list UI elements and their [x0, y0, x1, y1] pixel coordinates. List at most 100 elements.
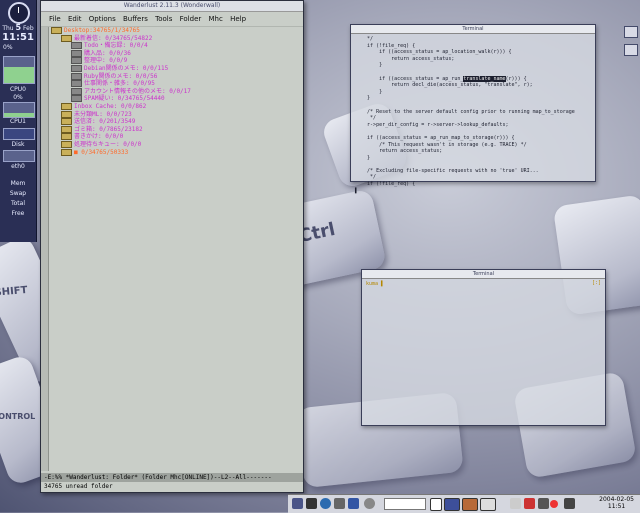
pager-desktop-4[interactable]	[480, 498, 496, 511]
eth-meter	[3, 150, 35, 162]
dock-time: 11:51	[2, 32, 34, 43]
terminal-line: if ((access_status = ap_run_translate_na…	[355, 75, 591, 83]
dock-month: Feb	[23, 25, 34, 32]
folder-row[interactable]: Todo・備忘録: 0/0/4	[51, 42, 301, 50]
taskbar-clock[interactable]: 2004-02-05 11:51	[599, 496, 634, 510]
terminal-line-tail: (r))) {	[505, 75, 527, 82]
folder-row[interactable]: 未分類ML: 0/0/723	[51, 110, 301, 119]
folder-row[interactable]: Desktop:34765/1/34765	[51, 27, 301, 35]
menu-folder[interactable]: Folder	[180, 15, 202, 23]
disk-label: Disk	[11, 141, 25, 148]
menu-file[interactable]: File	[49, 15, 61, 23]
terminal-line: }	[355, 95, 371, 102]
free-label: Free	[11, 210, 25, 217]
taskbar-time: 11:51	[607, 503, 626, 510]
terminal-line: }	[355, 62, 383, 69]
terminal-corner: [:]	[591, 280, 601, 286]
folder-label: 整理中: 0/0/9	[84, 57, 128, 65]
gear-icon[interactable]	[364, 498, 375, 509]
folder-label: ■ 0/34765/50333	[74, 148, 129, 156]
terminal-title[interactable]: Terminal	[362, 270, 605, 279]
tools-icon[interactable]	[524, 498, 535, 509]
terminal-window-code[interactable]: Terminal */ if (!file_req) { if ((access…	[350, 24, 596, 194]
desktop-icon[interactable]	[624, 26, 638, 38]
mem-label: Mem	[10, 180, 26, 187]
cpu-meter	[3, 56, 35, 84]
folder-row[interactable]: 処理待ちキュー: 0/0/0	[51, 140, 301, 149]
run-command-input[interactable]	[384, 498, 426, 510]
folder-open-icon	[61, 34, 72, 42]
terminal-line: */	[355, 115, 377, 122]
desktop-icon[interactable]	[624, 44, 638, 56]
terminal-line: }	[355, 88, 383, 95]
swap-label: Swap	[9, 190, 27, 197]
total-label: Total	[10, 200, 25, 207]
terminal-line: */	[355, 36, 374, 42]
note-icon[interactable]	[510, 498, 521, 509]
folder-icon	[71, 87, 82, 95]
folder-icon	[71, 72, 82, 80]
terminal-icon[interactable]	[306, 498, 317, 509]
folder-open-icon	[61, 118, 72, 126]
folder-label: Inbox Cache: 0/0/862	[74, 102, 147, 110]
folder-tree: Desktop:34765/1/34765 最新着信: 0/34765/54822…	[51, 27, 301, 471]
folder-row[interactable]: 送信済: 0/201/3549	[51, 118, 301, 126]
menu-buffers[interactable]: Buffers	[123, 15, 148, 23]
emacs-scrollbar[interactable]	[41, 27, 49, 471]
emacs-window[interactable]: Wanderlust 2.11.3 (Wonderwall) File Edit…	[40, 0, 304, 493]
menu-mhc[interactable]: Mhc	[209, 15, 223, 23]
app-icon[interactable]	[348, 498, 359, 509]
menu-options[interactable]: Options	[89, 15, 116, 23]
folder-label: Desktop:34765/1/34765	[64, 27, 140, 34]
folder-row[interactable]: 仕事関係・雑多: 0/0/95	[51, 80, 301, 88]
terminal-line: return decl_die(access_status, "translat…	[355, 82, 533, 89]
folder-label: 未分類ML: 0/0/723	[74, 110, 132, 118]
status-icon[interactable]	[550, 500, 558, 508]
terminal-title[interactable]: Terminal	[351, 25, 595, 34]
folder-icon	[71, 80, 82, 88]
folder-row[interactable]: Debian関係のメモ: 0/0/115	[51, 64, 301, 73]
dock-date: Thu 5 Feb	[0, 23, 36, 32]
folder-icon	[71, 95, 82, 103]
disk-icon[interactable]	[334, 498, 345, 509]
terminal-prompt[interactable]: kuma ▌	[362, 279, 605, 290]
wallpaper-key-label: CONTROL	[0, 411, 36, 421]
terminal-window-shell[interactable]: Terminal kuma ▌ [:]	[361, 269, 606, 426]
folder-icon	[71, 42, 82, 50]
cpu2-meter	[3, 102, 35, 118]
folder-label: 送信済: 0/201/3549	[74, 118, 136, 126]
system-monitor-dock: Thu 5 Feb 11:51 0% CPU0 0% CPU1 Disk eth…	[0, 0, 37, 242]
folder-row[interactable]: 整理中: 0/0/9	[51, 57, 301, 65]
pager-desktop-3[interactable]	[462, 498, 478, 511]
terminal-line: /* Excluding file-specific requests with…	[355, 167, 539, 174]
terminal-line: return access_status;	[355, 55, 455, 62]
cpu2-label: CPU1	[9, 118, 27, 125]
terminal-line: }	[355, 154, 371, 161]
folder-row[interactable]: ■ 0/34765/50333	[51, 148, 301, 157]
emacs-modeline: -E:%% *Wanderlust: Folder* (Folder Mhc[O…	[41, 473, 303, 482]
terminal-line: return access_status;	[355, 148, 443, 155]
taskbar-date: 2004-02-05	[599, 496, 634, 503]
folder-row[interactable]: 書きかけ: 0/0/0	[51, 133, 301, 141]
menu-help[interactable]: Help	[230, 15, 246, 23]
dock-date-num: 5	[15, 23, 22, 32]
menu-edit[interactable]: Edit	[68, 15, 82, 23]
folder-icon	[71, 64, 82, 72]
network-icon[interactable]	[538, 498, 549, 509]
folder-row[interactable]: SPAM疑い: 0/34765/54440	[51, 95, 301, 103]
eth-label: eth0	[11, 163, 25, 170]
browser-icon[interactable]	[320, 498, 331, 509]
cpu2-meter-fill	[4, 112, 34, 117]
pager-desktop-2[interactable]	[444, 498, 460, 511]
menu-tools[interactable]: Tools	[155, 15, 172, 23]
volume-icon[interactable]	[564, 498, 575, 509]
folder-label: Ruby関係のメモ: 0/0/56	[84, 72, 158, 80]
emacs-title[interactable]: Wanderlust 2.11.3 (Wonderwall)	[41, 1, 303, 12]
pager-desktop-1[interactable]	[430, 498, 442, 511]
terminal-line: if (!file_req) {	[355, 181, 416, 188]
menu-icon[interactable]	[292, 498, 303, 509]
folder-label: Debian関係のメモ: 0/0/115	[84, 64, 169, 72]
folder-row[interactable]: Inbox Cache: 0/0/862	[51, 102, 301, 111]
folder-label: Todo・備忘録: 0/0/4	[84, 42, 148, 50]
